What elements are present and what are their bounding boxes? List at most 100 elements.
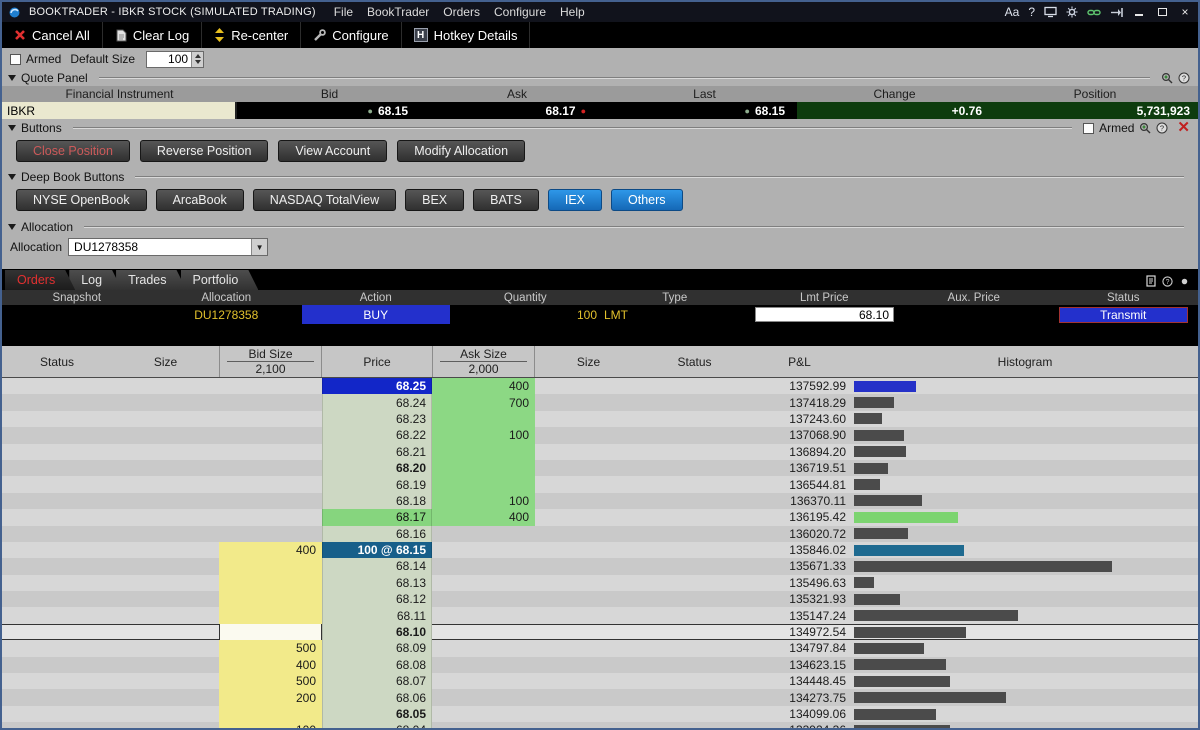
ladder-ask-size-cell[interactable] [432,575,535,591]
gear-icon[interactable] [1066,6,1078,18]
col-bid-size[interactable]: Bid Size 2,100 [219,346,322,377]
maximize-button[interactable] [1155,5,1169,19]
ladder-row[interactable]: 68.16136020.72 [2,526,1198,542]
close-section-icon[interactable]: ✕ [1177,122,1190,134]
menu-configure[interactable]: Configure [494,5,546,19]
ladder-price-cell[interactable]: 68.23 [322,411,432,427]
col-pnl[interactable]: P&L [747,346,852,377]
ladder-price-cell[interactable]: 68.18 [322,493,432,509]
ladder-ask-size-cell[interactable] [432,411,535,427]
collapse-triangle-icon[interactable] [8,224,16,230]
ladder-bid-size-cell[interactable] [219,444,322,460]
col-snapshot[interactable]: Snapshot [2,292,152,304]
col-financial-instrument[interactable]: Financial Instrument [2,87,237,101]
col-lmt-price[interactable]: Lmt Price [750,292,900,304]
col-aux-price[interactable]: Aux. Price [899,292,1049,304]
col-histogram[interactable]: Histogram [852,346,1198,377]
nasdaq-totalview-button[interactable]: NASDAQ TotalView [253,189,396,211]
ladder-bid-size-cell[interactable] [219,476,322,492]
ladder-bid-size-cell[interactable] [219,706,322,722]
col-size-left[interactable]: Size [112,346,219,377]
order-quantity-cell[interactable]: 100 [451,305,601,324]
menu-orders[interactable]: Orders [443,5,480,19]
help-circle-icon[interactable]: ? [1156,122,1168,134]
help-circle-icon[interactable]: ? [1162,276,1173,287]
ladder-ask-size-cell[interactable] [432,673,535,689]
magnify-plus-icon[interactable] [1161,72,1173,84]
ladder-ask-size-cell[interactable] [432,640,535,656]
ladder-row[interactable]: 68.13135496.63 [2,575,1198,591]
ladder-bid-size-cell[interactable] [219,427,322,443]
armed-checkbox[interactable] [10,54,21,65]
close-position-button[interactable]: Close Position [16,140,130,162]
ladder-price-cell[interactable]: 68.12 [322,591,432,607]
tab-orders[interactable]: Orders [5,270,75,290]
ladder-price-cell[interactable]: 68.20 [322,460,432,476]
col-ask[interactable]: Ask [422,87,612,101]
ladder-bid-size-cell[interactable]: 500 [219,673,322,689]
col-allocation[interactable]: Allocation [152,292,302,304]
ladder-price-cell[interactable]: 68.10 [322,624,432,640]
ladder-row[interactable]: 68.11135147.24 [2,607,1198,623]
ladder-ask-size-cell[interactable]: 100 [432,427,535,443]
ladder-bid-size-cell[interactable] [219,526,322,542]
ladder-ask-size-cell[interactable] [432,706,535,722]
ladder-row[interactable]: 50068.09134797.84 [2,640,1198,656]
iex-button[interactable]: IEX [548,189,602,211]
allocation-select[interactable]: DU1278358 ▼ [68,238,268,256]
font-size-button[interactable]: Aa [1005,5,1020,19]
ladder-ask-size-cell[interactable]: 100 [432,493,535,509]
ladder-ask-size-cell[interactable]: 700 [432,394,535,410]
ladder-price-cell[interactable]: 68.13 [322,575,432,591]
ladder-bid-size-cell[interactable]: 400 [219,657,322,673]
ladder-ask-size-cell[interactable] [432,657,535,673]
ladder-price-cell[interactable]: 68.21 [322,444,432,460]
tab-log[interactable]: Log [69,270,122,290]
ladder-row[interactable]: 68.23137243.60 [2,411,1198,427]
close-button[interactable]: × [1178,5,1192,19]
hotkey-details-button[interactable]: H Hotkey Details [402,22,531,48]
col-status-left[interactable]: Status [2,346,112,377]
col-status[interactable]: Status [1049,292,1199,304]
collapse-triangle-icon[interactable] [8,174,16,180]
ladder-row[interactable]: 68.17400136195.42 [2,509,1198,525]
ladder-price-cell[interactable]: 68.24 [322,394,432,410]
col-bid[interactable]: Bid [237,87,422,101]
ladder-ask-size-cell[interactable]: 400 [432,509,535,525]
ladder-ask-size-cell[interactable] [432,460,535,476]
collapse-triangle-icon[interactable] [8,75,16,81]
ladder-price-cell[interactable]: 68.22 [322,427,432,443]
ladder-bid-size-cell[interactable]: 200 [219,689,322,705]
ladder-row[interactable]: 40068.08134623.15 [2,657,1198,673]
ladder-ask-size-cell[interactable] [432,526,535,542]
reverse-position-button[interactable]: Reverse Position [140,140,269,162]
configure-button[interactable]: Configure [301,22,401,48]
ladder-bid-size-cell[interactable] [219,411,322,427]
col-quantity[interactable]: Quantity [451,292,601,304]
ladder-ask-size-cell[interactable] [432,722,535,728]
ladder-ask-size-cell[interactable] [432,591,535,607]
col-status-right[interactable]: Status [642,346,747,377]
ladder-price-cell[interactable]: 68.08 [322,657,432,673]
ladder-ask-size-cell[interactable] [432,444,535,460]
pin-icon[interactable] [1110,7,1123,18]
minimize-button[interactable] [1132,5,1146,19]
ladder-row[interactable]: 68.10134972.54 [2,624,1198,640]
ladder-ask-size-cell[interactable] [432,542,535,558]
ladder-row[interactable]: 68.24700137418.29 [2,394,1198,410]
col-price[interactable]: Price [322,346,432,377]
ladder-ask-size-cell[interactable]: 400 [432,378,535,394]
magnify-plus-icon[interactable] [1139,122,1151,134]
ladder-row[interactable]: 68.19136544.81 [2,476,1198,492]
pin-icon[interactable] [1179,276,1190,287]
ladder-price-cell[interactable]: 68.11 [322,607,432,623]
ladder-ask-size-cell[interactable] [432,624,535,640]
ladder-price-cell[interactable]: 68.09 [322,640,432,656]
order-action-cell[interactable]: BUY [302,305,450,324]
ladder-ask-size-cell[interactable] [432,607,535,623]
menu-file[interactable]: File [334,5,353,19]
ladder-bid-size-cell[interactable] [219,607,322,623]
order-type-cell[interactable]: LMT [600,305,750,324]
cancel-all-button[interactable]: Cancel All [2,22,103,48]
bex-button[interactable]: BEX [405,189,464,211]
